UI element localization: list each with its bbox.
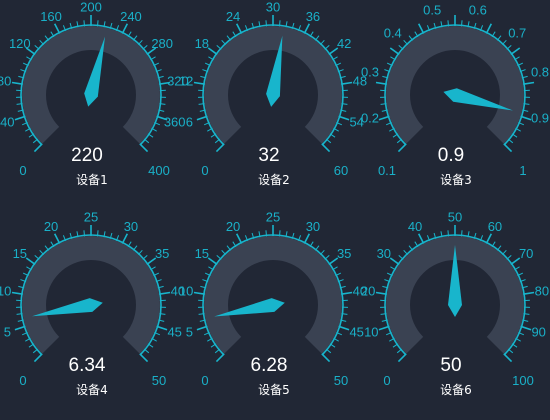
tick-label: 20 bbox=[361, 284, 375, 299]
tick-label: 80 bbox=[535, 284, 549, 299]
major-tick bbox=[503, 353, 513, 363]
minor-tick bbox=[460, 230, 463, 237]
tick-label: 60 bbox=[488, 219, 502, 234]
device-label: 设备6 bbox=[440, 383, 472, 397]
minor-tick bbox=[501, 249, 507, 256]
minor-tick bbox=[403, 249, 409, 256]
gauge-svg: 10 20 30 40 50 60 70 80 90 0 100 50 设备6 bbox=[361, 210, 549, 398]
major-tick bbox=[485, 233, 493, 244]
tick-label: 70 bbox=[519, 246, 533, 261]
minor-tick bbox=[398, 255, 404, 260]
major-tick bbox=[389, 257, 400, 266]
major-tick bbox=[397, 353, 407, 363]
max-label: 100 bbox=[512, 373, 534, 388]
min-label: 0 bbox=[383, 373, 390, 388]
gauge-value: 50 bbox=[440, 355, 461, 376]
major-tick bbox=[378, 325, 390, 331]
gauge-dashboard: 40 80 120 160 200 240 280 320 360 0 400 220 设备1 6 12 18… bbox=[0, 0, 550, 420]
tick-label: 40 bbox=[408, 219, 422, 234]
minor-tick bbox=[447, 230, 450, 237]
major-tick bbox=[417, 233, 425, 244]
minor-tick bbox=[506, 255, 512, 260]
tick-label: 50 bbox=[448, 210, 462, 225]
tick-label: 10 bbox=[364, 325, 378, 340]
tick-label: 30 bbox=[377, 246, 391, 261]
tick-label: 90 bbox=[531, 325, 545, 340]
major-tick bbox=[520, 325, 532, 331]
